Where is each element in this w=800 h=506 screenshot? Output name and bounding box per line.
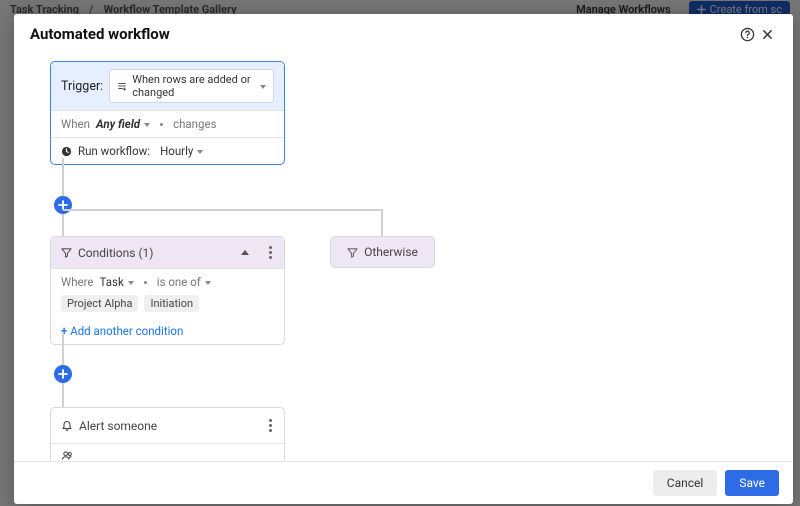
trigger-block[interactable]: Trigger: When rows are added or changed … [50,61,285,165]
condition-operator-selector[interactable]: is one of [157,275,211,289]
workflow-canvas: Trigger: When rows are added or changed … [14,55,793,461]
modal-title: Automated workflow [30,25,170,43]
conditions-block[interactable]: Conditions (1) Where Task is one of Proj… [50,236,285,345]
condition-chip[interactable]: Initiation [144,295,199,312]
collapse-icon[interactable] [241,250,249,255]
field-selector[interactable]: Any field [96,117,150,131]
modal-footer: Cancel Save [14,461,793,504]
people-icon [61,450,74,461]
condition-row: Where Task is one of [51,268,284,295]
help-icon [740,27,755,42]
where-label: Where [61,275,94,289]
action-menu-button[interactable] [267,417,274,434]
rows-changed-icon [117,81,127,91]
action-title: Alert someone [79,419,157,433]
save-button[interactable]: Save [725,470,779,496]
action-header: Alert someone [51,408,284,443]
clock-icon [61,146,72,157]
workflow-modal: Automated workflow Trigger: When rows ar… [14,14,793,504]
condition-values-row: Project Alpha Initiation [51,295,284,318]
trigger-type-selector[interactable]: When rows are added or changed [109,69,274,103]
trigger-title: Trigger: [61,79,103,94]
trigger-when-row: When Any field changes [51,110,284,137]
otherwise-label: Otherwise [364,245,418,259]
trigger-type-label: When rows are added or changed [132,73,251,99]
conditions-header: Conditions (1) [51,237,284,268]
add-condition-row: + Add another condition [51,318,284,344]
help-button[interactable] [737,24,757,44]
chevron-down-icon [256,80,266,93]
add-step-button[interactable] [54,196,72,214]
connector-line [381,209,383,236]
separator-dot [140,275,151,289]
bell-icon [61,420,73,432]
conditions-title: Conditions (1) [78,246,153,260]
modal-header: Automated workflow [14,14,793,55]
close-button[interactable] [757,24,777,44]
otherwise-block[interactable]: Otherwise [330,236,435,268]
condition-chip[interactable]: Project Alpha [61,295,138,312]
add-step-button[interactable] [54,365,72,383]
run-workflow-label: Run workflow: [78,144,150,158]
condition-field-selector[interactable]: Task [100,275,134,289]
trigger-schedule-row: Run workflow: Hourly [51,137,284,164]
when-label: When [61,117,90,131]
action-recipient-row: Send to everyone shared to this sheet [51,443,284,461]
filter-icon [61,247,72,258]
add-condition-label: Add another condition [70,324,183,338]
close-icon [761,28,774,41]
add-condition-link[interactable]: + Add another condition [61,324,183,338]
connector-line [63,209,383,211]
changes-label: changes [173,117,216,131]
action-block[interactable]: Alert someone Send to everyone shared to… [50,407,285,461]
separator-dot [156,117,167,131]
filter-icon [347,247,358,258]
trigger-header: Trigger: When rows are added or changed [51,62,284,110]
conditions-menu-button[interactable] [267,244,274,261]
cancel-button[interactable]: Cancel [653,470,718,496]
schedule-selector[interactable]: Hourly [160,144,203,158]
